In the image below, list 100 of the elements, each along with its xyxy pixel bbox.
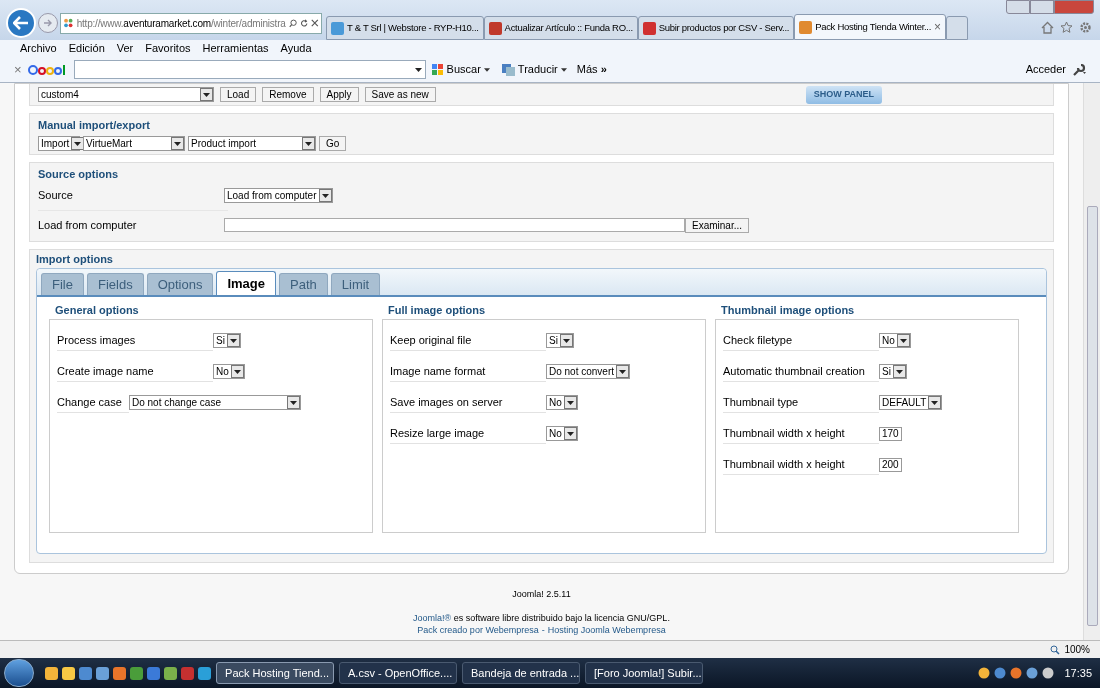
section-title: Manual import/export — [38, 118, 151, 132]
menu-item[interactable]: Ayuda — [280, 40, 312, 57]
close-toolbar-button[interactable]: × — [14, 59, 22, 80]
browse-button[interactable]: Examinar... — [685, 217, 750, 233]
login-button[interactable]: Acceder — [1025, 61, 1066, 78]
clock[interactable]: 17:35 — [1064, 664, 1092, 682]
option-label: Image name format — [390, 361, 546, 382]
dropdown-select[interactable]: Do not convert — [546, 364, 631, 379]
quick-launch-icon[interactable] — [62, 666, 75, 680]
dropdown-select[interactable]: Si — [213, 333, 241, 348]
scrollbar[interactable] — [1083, 83, 1100, 640]
tab[interactable]: Options — [146, 273, 214, 295]
quick-launch-icon[interactable] — [130, 666, 143, 680]
tab[interactable]: Fields — [86, 273, 144, 295]
number-field[interactable]: 200 — [879, 457, 902, 472]
tab[interactable]: Limit — [330, 273, 381, 295]
maximize-button[interactable] — [1030, 0, 1054, 14]
site-icon — [488, 21, 502, 35]
zoom-level[interactable]: 100% — [1064, 642, 1090, 657]
dropdown-select[interactable]: No — [213, 364, 245, 379]
tab[interactable]: Path — [279, 273, 328, 295]
back-button[interactable] — [6, 8, 36, 38]
start-button[interactable] — [4, 659, 34, 687]
section-title: Thumbnail image options — [721, 303, 855, 317]
taskbar-button[interactable]: Bandeja de entrada ... — [462, 662, 580, 684]
show-panel-button[interactable]: SHOW PANEL — [805, 85, 883, 104]
go-button[interactable]: Go — [319, 136, 347, 151]
taskbar-button[interactable]: [Foro Joomla!] Subir... — [585, 662, 703, 684]
dropdown-select[interactable]: VirtueMart — [83, 136, 185, 151]
site-icon — [642, 21, 656, 35]
menu-item[interactable]: Archivo — [20, 40, 57, 57]
menu-item[interactable]: Herramientas — [202, 40, 269, 57]
browser-tab[interactable]: T & T Srl | Webstore - RYP-H10... — [326, 16, 484, 40]
apply-button[interactable]: Apply — [319, 87, 359, 102]
quick-launch-icon[interactable] — [164, 666, 177, 680]
menu-item[interactable]: Edición — [68, 40, 105, 57]
star-icon[interactable] — [1060, 21, 1073, 34]
quick-launch-icon[interactable] — [96, 666, 109, 680]
dropdown-select[interactable]: Import — [38, 136, 80, 151]
quick-launch-icon[interactable] — [198, 666, 211, 680]
tab[interactable]: File — [41, 273, 84, 295]
webempresa-link[interactable]: Pack creado por Webempresa — [417, 624, 539, 636]
home-icon[interactable] — [1041, 21, 1054, 34]
stop-icon[interactable] — [311, 18, 319, 28]
quick-launch-icon[interactable] — [79, 666, 92, 680]
refresh-icon[interactable] — [300, 17, 309, 29]
dropdown-select[interactable]: custom4 — [38, 87, 214, 102]
site-icon — [331, 21, 344, 35]
tray-icon[interactable] — [1042, 667, 1055, 679]
caret-icon — [483, 67, 490, 72]
option-label: Resize large image — [390, 423, 546, 444]
menu-item[interactable]: Favoritos — [145, 40, 191, 57]
tray-icon[interactable] — [1010, 667, 1023, 679]
hosting-link[interactable]: Hosting Joomla Webempresa — [547, 624, 666, 636]
dropdown-select[interactable]: Si — [546, 333, 574, 348]
taskbar-button[interactable]: Pack Hosting Tiend... — [216, 662, 334, 684]
back-arrow-icon — [13, 16, 29, 30]
browser-tab[interactable]: Subir productos por CSV - Serv... — [637, 16, 795, 40]
separator-text: - — [541, 624, 545, 636]
quick-launch-icon[interactable] — [113, 666, 126, 680]
settings-icon[interactable] — [1079, 21, 1092, 34]
section-title: General options — [55, 303, 139, 317]
number-field[interactable]: 170 — [879, 426, 902, 441]
dropdown-select[interactable]: No — [546, 426, 578, 441]
dropdown-select[interactable]: Load from computer — [224, 188, 333, 203]
menu-item[interactable]: Ver — [116, 40, 134, 57]
remove-button[interactable]: Remove — [262, 87, 314, 102]
tray-icon[interactable] — [1026, 667, 1039, 679]
option-label: Thumbnail width x height — [723, 454, 879, 475]
file-path-field[interactable] — [224, 218, 685, 232]
taskbar-button[interactable]: A.csv - OpenOffice.... — [339, 662, 457, 684]
option-label: Create image name — [57, 361, 213, 382]
more-button[interactable]: Más » — [576, 61, 607, 78]
option-label: Thumbnail width x height — [723, 423, 879, 444]
browser-tab[interactable]: Actualizar Artículo :: Funda RO... — [483, 16, 638, 40]
joomla-link[interactable]: Joomla!® — [413, 613, 452, 623]
dropdown-select[interactable]: Product import — [188, 136, 316, 151]
search-field[interactable] — [73, 60, 426, 79]
option-label: Automatic thumbnail creation — [723, 361, 879, 382]
quick-launch-icon[interactable] — [45, 666, 58, 680]
caret-icon[interactable] — [414, 67, 422, 72]
dropdown-select[interactable]: Do not change case — [129, 395, 301, 410]
wrench-icon[interactable] — [1072, 63, 1086, 76]
tray-icon[interactable] — [978, 667, 991, 679]
tray-icon[interactable] — [994, 667, 1007, 679]
minimize-button[interactable] — [1006, 0, 1030, 14]
translate-button[interactable]: Traducir — [501, 61, 567, 78]
dropdown-select[interactable]: DEFAULT — [879, 395, 943, 410]
search-icon[interactable] — [288, 17, 298, 29]
close-tab-button[interactable]: × — [934, 18, 941, 36]
save-as-new-button[interactable]: Save as new — [364, 87, 436, 102]
tab[interactable]: Image — [216, 271, 277, 295]
dropdown-select[interactable]: No — [546, 395, 578, 410]
dropdown-select[interactable]: Si — [879, 364, 907, 379]
address-field[interactable]: http://www.aventuramarket.com/winter/administra — [60, 12, 322, 34]
browser-tab[interactable]: Pack Hosting Tienda Winter... × — [794, 14, 946, 40]
search-button[interactable]: Buscar — [431, 61, 490, 78]
dropdown-select[interactable]: No — [879, 333, 911, 348]
load-button[interactable]: Load — [220, 87, 257, 102]
site-icon — [63, 16, 74, 30]
